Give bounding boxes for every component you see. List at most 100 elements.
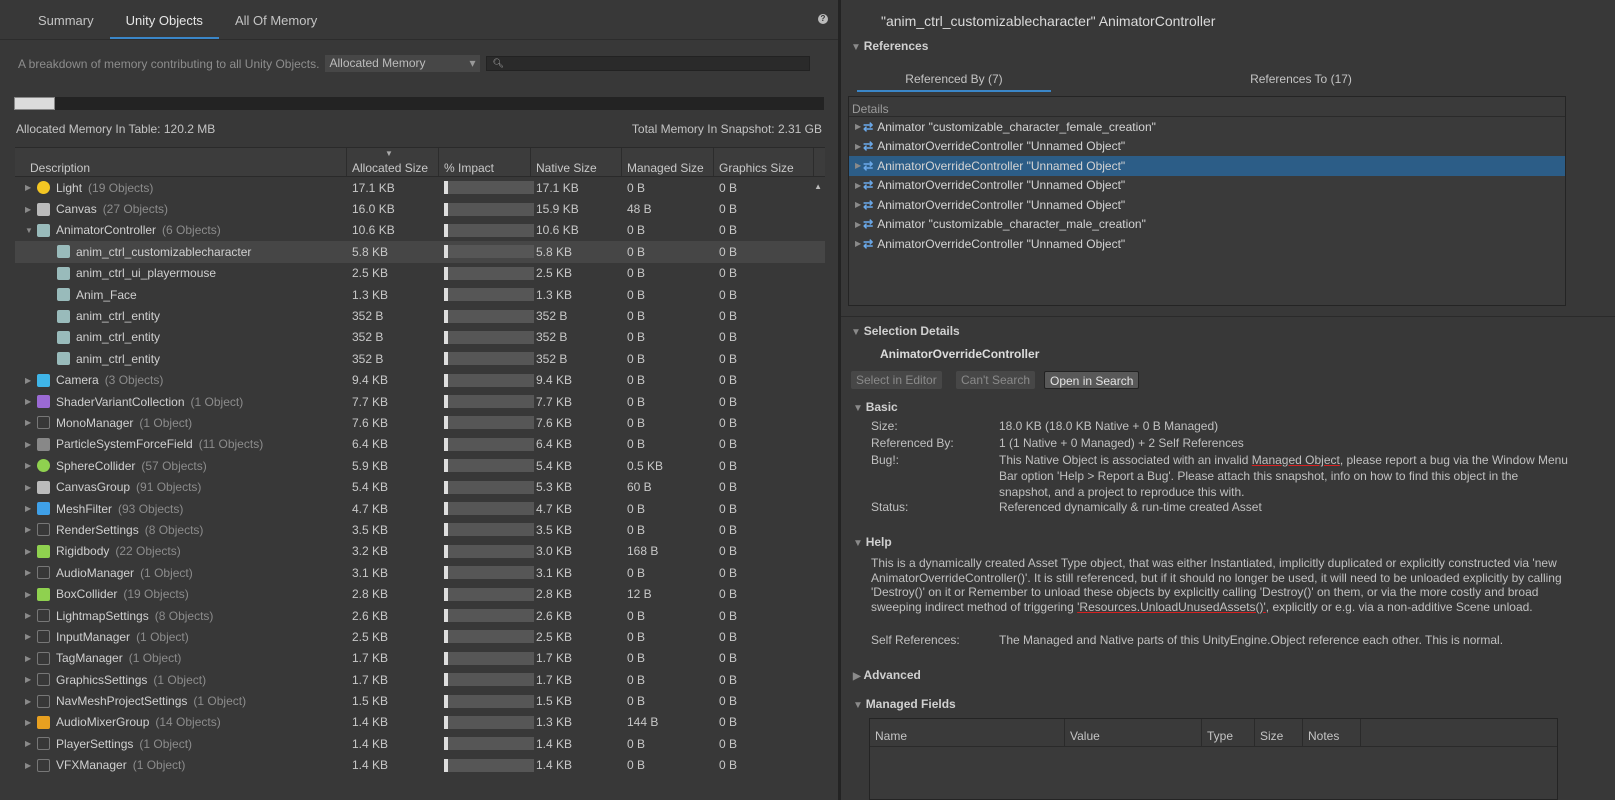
table-row[interactable]: ▶ CanvasGroup (91 Objects) 5.4 KB 5.3 KB… [15,476,825,497]
row-graphics: 0 B [719,544,738,559]
expand-toggle-icon[interactable]: ▶ [855,181,861,190]
table-row[interactable]: ▶ BoxCollider (19 Objects) 2.8 KB 2.8 KB… [15,583,825,604]
row-managed: 0 B [627,266,646,281]
expand-toggle-icon[interactable]: ▶ [25,525,35,534]
reference-item[interactable]: ▶ ⇄ Animator "customizable_character_male_… [849,215,1565,235]
table-row[interactable]: ▶ PlayerSettings (1 Object) 1.4 KB 1.4 K… [15,733,825,754]
table-row[interactable]: ▶ ParticleSystemForceField (11 Objects) … [15,434,825,455]
expand-toggle-icon[interactable]: ▶ [25,611,35,620]
reference-item[interactable]: ▶ ⇄ AnimatorOverrideController "Unnamed Ob… [849,195,1565,215]
tab-references-to[interactable]: References To (17) [1051,68,1551,92]
open-in-search-button[interactable]: Open in Search [1044,371,1140,389]
tab-summary[interactable]: Summary [22,0,110,39]
selection-details-foldout[interactable]: Selection Details [851,324,960,338]
col-allocated-size[interactable]: Allocated Size [347,148,439,176]
expand-toggle-icon[interactable]: ▶ [855,161,861,170]
row-native: 1.5 KB [536,694,573,709]
reference-item[interactable]: ▶ ⇄ AnimatorOverrideController "Unnamed Ob… [849,176,1565,196]
expand-toggle-icon[interactable]: ▶ [25,675,35,684]
table-row[interactable]: ▶ VFXManager (1 Object) 1.4 KB 1.4 KB 0 … [15,755,825,776]
expand-toggle-icon[interactable]: ▶ [25,183,35,192]
expand-toggle-icon[interactable]: ▶ [855,122,861,131]
row-count: (1 Object) [140,565,193,580]
expand-toggle-icon[interactable]: ▶ [855,142,861,151]
row-native: 1.4 KB [536,736,573,751]
table-row[interactable]: ▼ AnimatorController (6 Objects) 10.6 KB… [15,220,825,241]
table-row[interactable]: anim_ctrl_customizablecharacter 5.8 KB 5… [15,241,825,263]
expand-toggle-icon[interactable]: ▶ [855,200,861,209]
memory-type-dropdown[interactable]: Allocated Memory [325,55,481,72]
mf-col-size[interactable]: Size [1255,719,1303,746]
expand-toggle-icon[interactable]: ▶ [25,654,35,663]
table-row[interactable]: ▶ RenderSettings (8 Objects) 3.5 KB 3.5 … [15,519,825,540]
col-description[interactable]: Description [15,148,347,176]
table-row[interactable]: ▶ AudioMixerGroup (14 Objects) 1.4 KB 1.… [15,712,825,733]
table-row[interactable]: anim_ctrl_ui_playermouse 2.5 KB 2.5 KB 0… [15,263,825,284]
table-row[interactable]: anim_ctrl_entity 352 B 352 B 0 B 0 B [15,305,825,326]
expand-toggle-icon[interactable]: ▶ [25,739,35,748]
mf-col-type[interactable]: Type [1202,719,1255,746]
table-row[interactable]: ▶ Camera (3 Objects) 9.4 KB 9.4 KB 0 B 0… [15,370,825,391]
table-row[interactable]: ▶ MonoManager (1 Object) 7.6 KB 7.6 KB 0… [15,412,825,433]
expand-toggle-icon[interactable]: ▶ [25,440,35,449]
expand-toggle-icon[interactable]: ▶ [25,504,35,513]
table-row[interactable]: ▶ Light (19 Objects) 17.1 KB 17.1 KB 0 B… [15,177,825,198]
tab-referenced-by[interactable]: Referenced By (7) [857,68,1051,92]
expand-toggle-icon[interactable]: ▶ [25,483,35,492]
expand-toggle-icon[interactable]: ▶ [25,697,35,706]
reference-item[interactable]: ▶ ⇄ AnimatorOverrideController "Unnamed Ob… [849,234,1565,254]
search-input[interactable]: 🔍︎ [486,56,811,71]
expand-toggle-icon[interactable]: ▼ [25,226,35,235]
help-icon[interactable]: ? [818,14,828,24]
scroll-up-icon[interactable]: ▲ [814,182,822,191]
col-graphics-size[interactable]: Graphics Size [714,148,814,176]
table-row[interactable]: ▶ Rigidbody (22 Objects) 3.2 KB 3.0 KB 1… [15,541,825,562]
select-in-editor-button[interactable]: Select in Editor [851,371,942,389]
references-foldout[interactable]: References [851,39,929,53]
table-row[interactable]: ▶ ShaderVariantCollection (1 Object) 7.7… [15,391,825,412]
reference-item[interactable]: ▶ ⇄ Animator "customizable_character_femal… [849,117,1565,137]
expand-toggle-icon[interactable]: ▶ [25,418,35,427]
col-managed-size[interactable]: Managed Size [622,148,714,176]
table-row[interactable]: ▶ NavMeshProjectSettings (1 Object) 1.5 … [15,690,825,711]
col-native-size[interactable]: Native Size [531,148,622,176]
table-row[interactable]: ▶ InputManager (1 Object) 2.5 KB 2.5 KB … [15,626,825,647]
cant-search-button[interactable]: Can't Search [956,371,1035,389]
details-header: Details [849,97,1565,117]
basic-foldout[interactable]: Basic [853,400,898,414]
col-impact[interactable]: % Impact [439,148,531,176]
table-row[interactable]: ▶ Canvas (27 Objects) 16.0 KB 15.9 KB 48… [15,198,825,219]
expand-toggle-icon[interactable]: ▶ [25,761,35,770]
table-row[interactable]: ▶ AudioManager (1 Object) 3.1 KB 3.1 KB … [15,562,825,583]
help-foldout[interactable]: Help [853,535,892,549]
expand-toggle-icon[interactable]: ▶ [855,239,861,248]
expand-toggle-icon[interactable]: ▶ [25,632,35,641]
expand-toggle-icon[interactable]: ▶ [25,205,35,214]
table-row[interactable]: ▶ LightmapSettings (8 Objects) 2.6 KB 2.… [15,605,825,626]
managed-fields-foldout[interactable]: Managed Fields [853,697,956,711]
advanced-foldout[interactable]: Advanced [853,668,920,682]
row-count: (1 Object) [136,629,189,644]
mf-col-name[interactable]: Name [870,719,1065,746]
table-row[interactable]: ▶ TagManager (1 Object) 1.7 KB 1.7 KB 0 … [15,648,825,669]
mf-col-value[interactable]: Value [1065,719,1202,746]
expand-toggle-icon[interactable]: ▶ [855,220,861,229]
reference-item[interactable]: ▶ ⇄ AnimatorOverrideController "Unnamed Ob… [849,137,1565,157]
expand-toggle-icon[interactable]: ▶ [25,461,35,470]
expand-toggle-icon[interactable]: ▶ [25,547,35,556]
expand-toggle-icon[interactable]: ▶ [25,376,35,385]
tab-all-of-memory[interactable]: All Of Memory [219,0,333,39]
expand-toggle-icon[interactable]: ▶ [25,397,35,406]
expand-toggle-icon[interactable]: ▶ [25,590,35,599]
tab-unity-objects[interactable]: Unity Objects [109,0,219,39]
table-row[interactable]: anim_ctrl_entity 352 B 352 B 0 B 0 B [15,348,825,369]
mf-col-notes[interactable]: Notes [1303,719,1361,746]
expand-toggle-icon[interactable]: ▶ [25,718,35,727]
table-row[interactable]: ▶ MeshFilter (93 Objects) 4.7 KB 4.7 KB … [15,498,825,519]
reference-item[interactable]: ▶ ⇄ AnimatorOverrideController "Unnamed Ob… [849,156,1565,176]
expand-toggle-icon[interactable]: ▶ [25,568,35,577]
table-row[interactable]: ▶ GraphicsSettings (1 Object) 1.7 KB 1.7… [15,669,825,690]
table-row[interactable]: anim_ctrl_entity 352 B 352 B 0 B 0 B [15,327,825,348]
table-row[interactable]: ▶ SphereCollider (57 Objects) 5.9 KB 5.4… [15,455,825,476]
table-row[interactable]: Anim_Face 1.3 KB 1.3 KB 0 B 0 B [15,284,825,305]
